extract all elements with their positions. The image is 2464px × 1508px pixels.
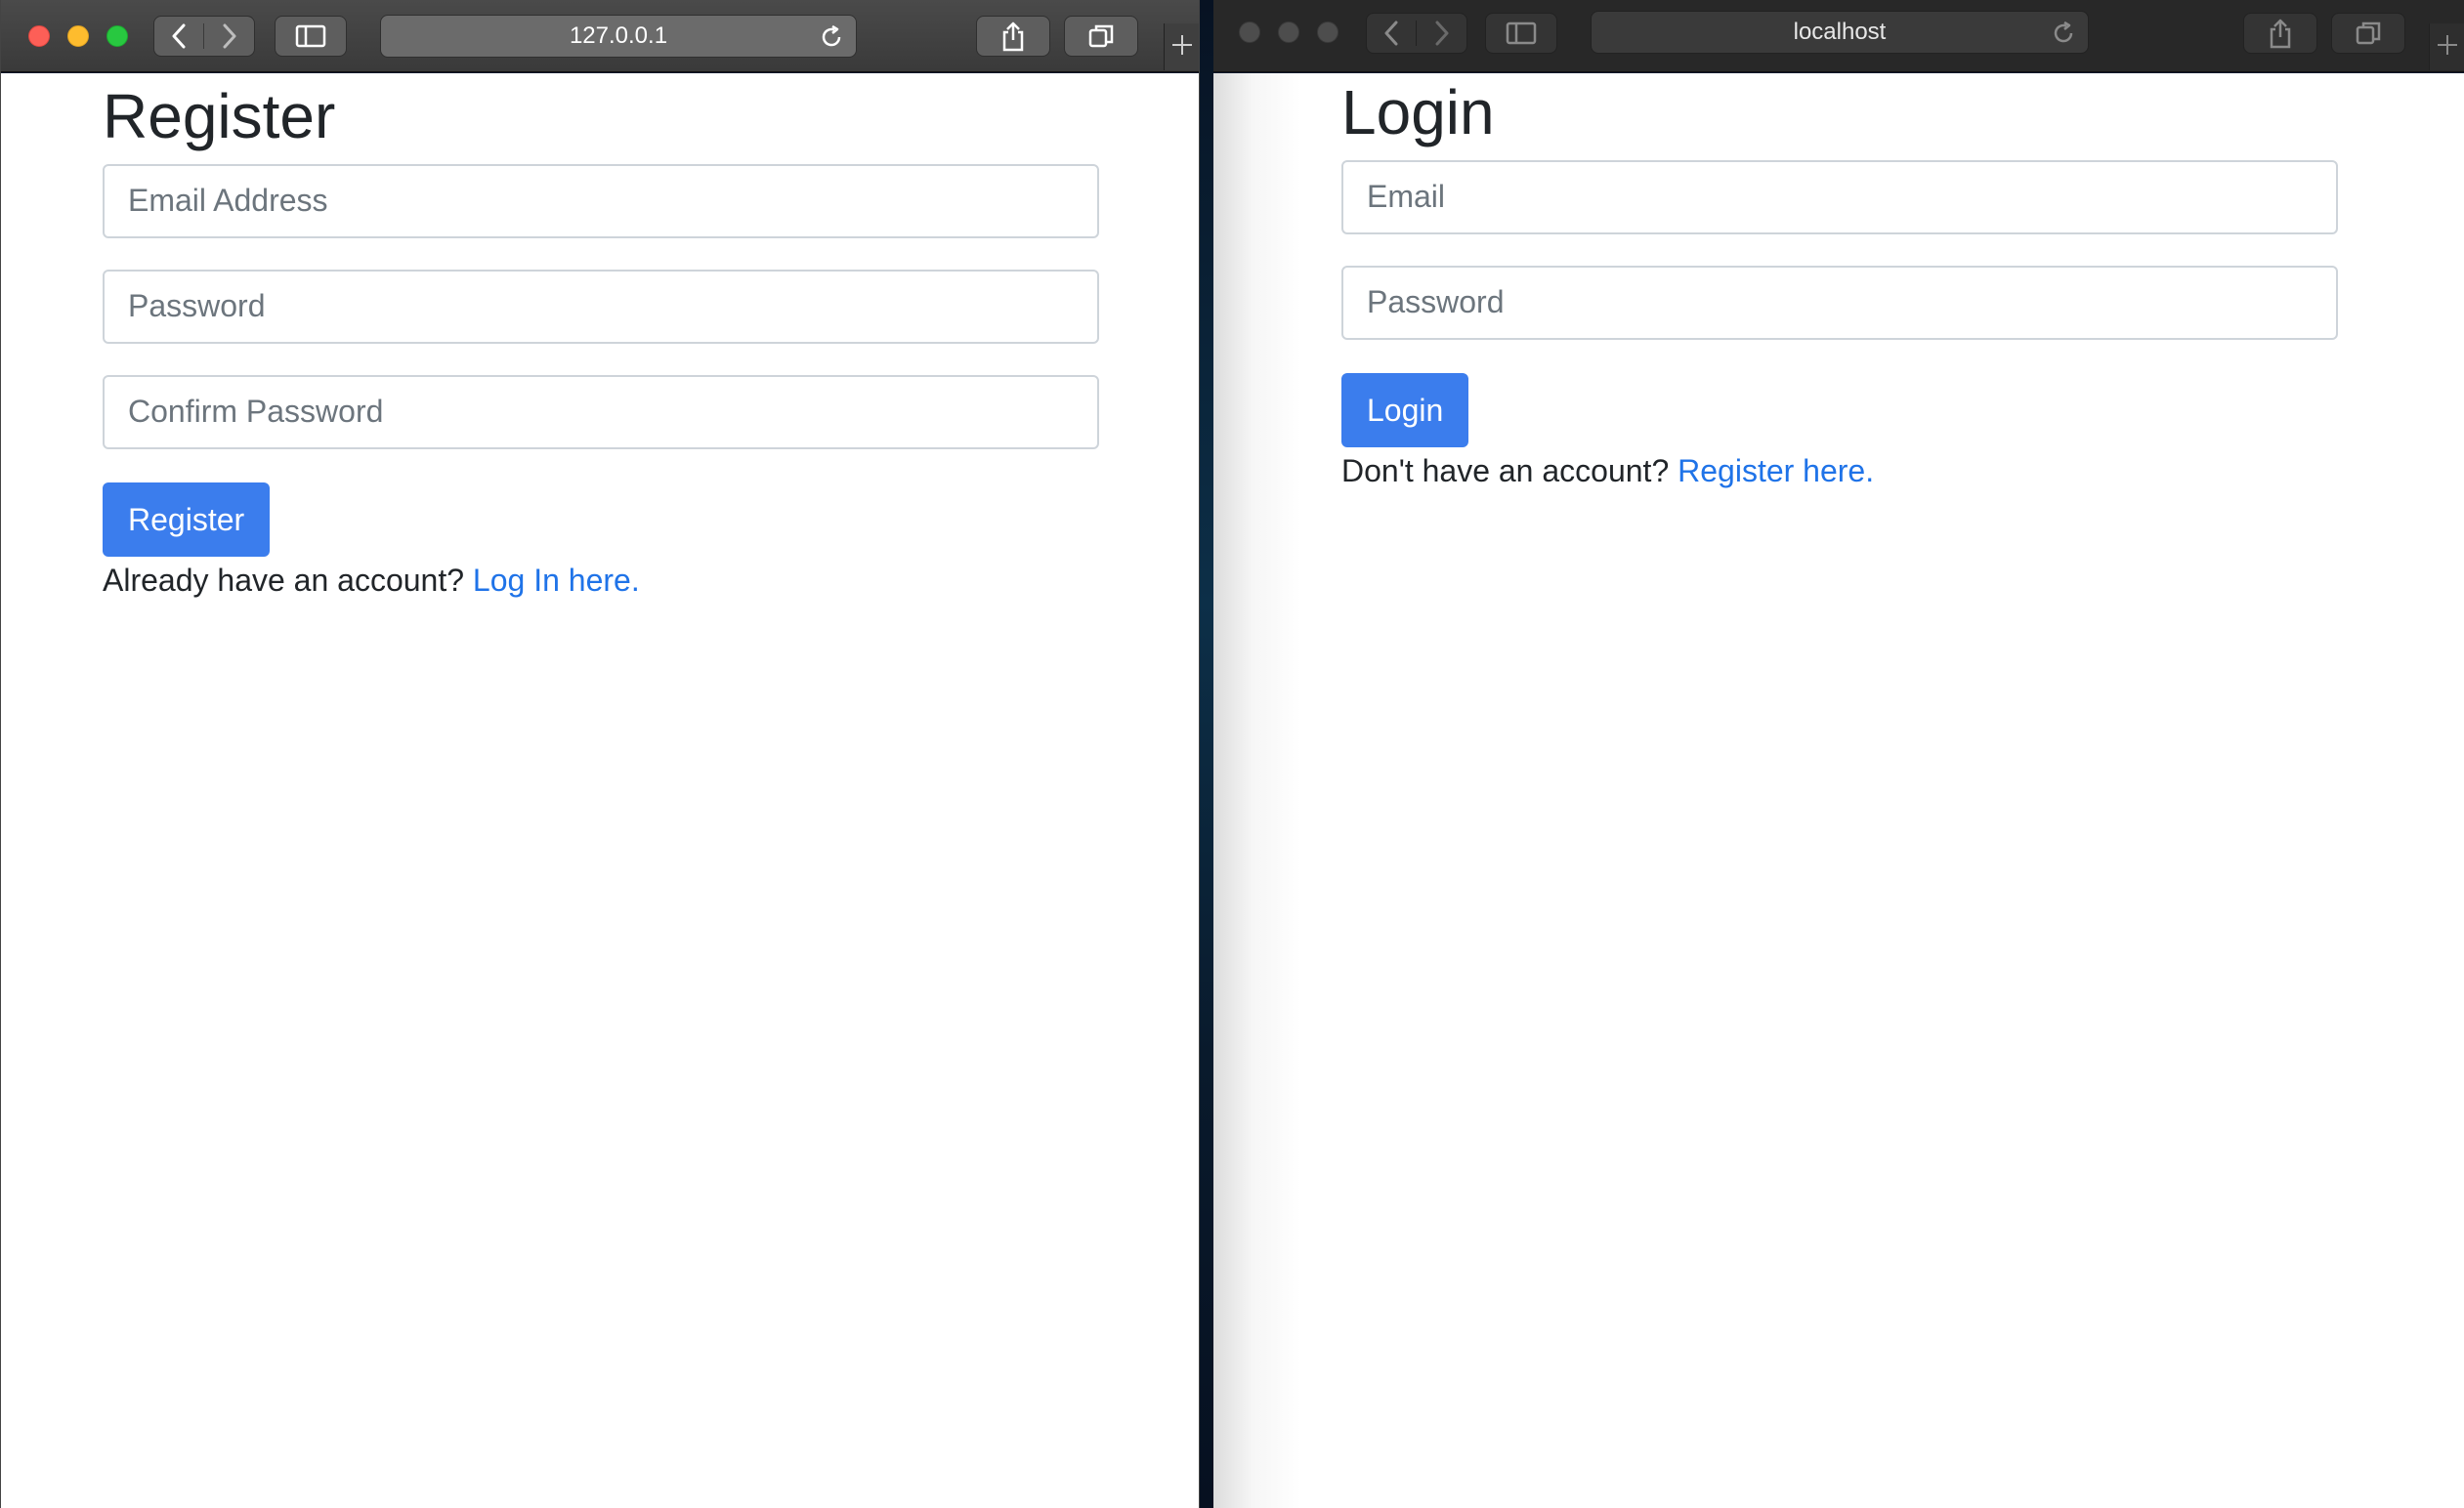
sidebar-icon [295, 24, 326, 48]
new-tab-button[interactable] [2429, 23, 2464, 70]
maximize-icon[interactable] [106, 25, 128, 47]
login-form: Login Login Don't have an account? Regis… [1341, 73, 2338, 489]
login-button[interactable]: Login [1341, 372, 1469, 447]
page-title: Login [1341, 77, 1495, 147]
sidebar-button[interactable] [1485, 13, 1557, 54]
browser-window-login: localhost Login Email Login Don't have a… [1213, 0, 2464, 1508]
share-button[interactable] [2243, 13, 2317, 54]
password-field[interactable] [103, 269, 1099, 344]
back-icon[interactable] [1367, 21, 1418, 46]
register-form: Register Register Already have an accoun… [103, 77, 1099, 599]
register-prompt: Don't have an account? Register here. [1341, 453, 2338, 489]
forward-icon[interactable] [204, 23, 254, 49]
register-link[interactable]: Register here. [1678, 453, 1874, 488]
new-tab-icon [2436, 33, 2459, 62]
login-prompt-text: Already have an account? [103, 562, 465, 598]
browser-window-register: 127.0.0.1 Register Email Address Registe… [0, 0, 1200, 1508]
back-forward-group [153, 16, 255, 57]
share-button[interactable] [976, 16, 1050, 57]
register-prompt-text: Don't have an account? [1341, 452, 1670, 488]
tabs-button[interactable] [1064, 16, 1138, 57]
page-content: Login Login Don't have an account? Regis… [1213, 73, 2464, 1508]
password-field[interactable] [1341, 265, 2338, 340]
browser-toolbar: localhost [1213, 0, 2464, 72]
browser-toolbar: 127.0.0.1 [1, 0, 1199, 72]
sidebar-icon [1506, 21, 1537, 45]
address-text: 127.0.0.1 [569, 22, 668, 49]
tabs-button[interactable] [2331, 13, 2405, 54]
desktop: 127.0.0.1 Register Email Address Registe… [0, 0, 2464, 1508]
reload-icon[interactable] [819, 24, 844, 57]
address-bar[interactable]: 127.0.0.1 [380, 15, 857, 58]
page-title: Register [103, 81, 336, 151]
forward-icon[interactable] [1417, 21, 1466, 46]
back-forward-group [1366, 13, 1467, 54]
page-content: Register Register Already have an accoun… [1, 73, 1199, 1508]
share-icon [2268, 18, 2293, 49]
email-field[interactable] [1341, 159, 2338, 234]
back-icon[interactable] [154, 23, 205, 49]
tabs-icon [2355, 20, 2382, 47]
tabs-icon [1087, 22, 1115, 50]
address-bar[interactable]: localhost [1591, 11, 2089, 54]
email-field[interactable] [103, 163, 1099, 238]
sidebar-button[interactable] [275, 16, 347, 57]
new-tab-icon [1170, 33, 1194, 62]
confirm-password-field[interactable] [103, 374, 1099, 449]
minimize-icon[interactable] [67, 25, 89, 47]
desktop-wallpaper-strip [1200, 0, 1213, 1508]
reload-icon[interactable] [2051, 21, 2076, 53]
address-text: localhost [1793, 19, 1887, 45]
share-icon [1000, 21, 1026, 52]
close-icon[interactable] [1239, 21, 1260, 43]
minimize-icon[interactable] [1278, 21, 1299, 43]
new-tab-button[interactable] [1164, 23, 1199, 70]
register-button[interactable]: Register [103, 482, 271, 557]
login-link[interactable]: Log In here. [473, 563, 640, 598]
login-prompt: Already have an account? Log In here. [103, 563, 1099, 599]
close-icon[interactable] [28, 25, 50, 47]
maximize-icon[interactable] [1317, 21, 1338, 43]
